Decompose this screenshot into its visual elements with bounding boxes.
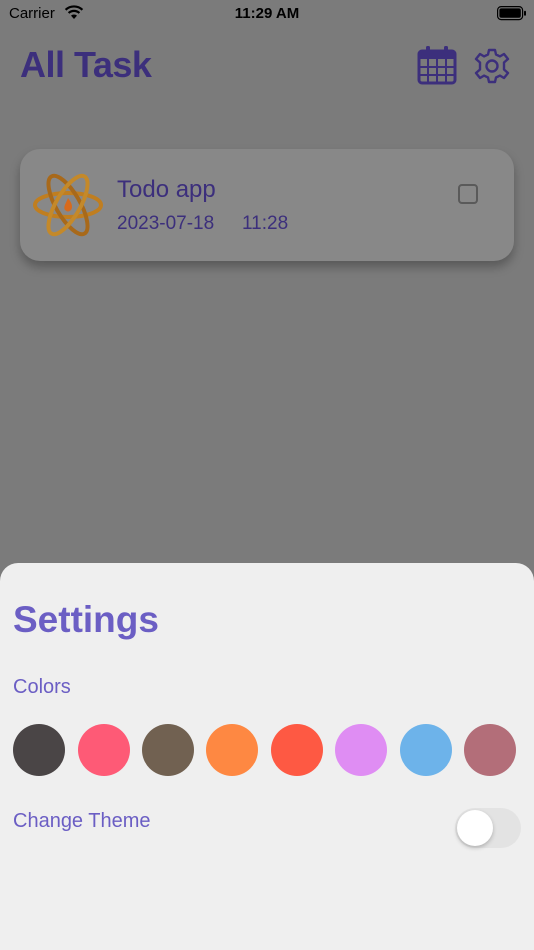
color-swatch-3[interactable] bbox=[142, 724, 194, 776]
task-date: 2023-07-18 bbox=[117, 213, 215, 234]
task-checkbox[interactable] bbox=[458, 184, 478, 204]
toggle-knob bbox=[457, 810, 493, 846]
color-swatch-2[interactable] bbox=[78, 724, 130, 776]
calendar-button[interactable] bbox=[417, 45, 457, 85]
color-swatch-8[interactable] bbox=[464, 724, 516, 776]
task-title: Todo app bbox=[117, 176, 216, 203]
change-theme-label: Change Theme bbox=[13, 810, 151, 832]
color-swatch-7[interactable] bbox=[400, 724, 452, 776]
colors-label: Colors bbox=[13, 676, 71, 698]
page-title: All Task bbox=[20, 44, 152, 85]
color-swatch-4[interactable] bbox=[206, 724, 258, 776]
settings-sheet: Settings Colors Change Theme bbox=[0, 563, 534, 950]
settings-button[interactable] bbox=[473, 47, 511, 85]
color-swatch-1[interactable] bbox=[13, 724, 65, 776]
calendar-icon bbox=[417, 46, 457, 85]
settings-title: Settings bbox=[13, 599, 159, 640]
task-time: 11:28 bbox=[242, 213, 289, 234]
change-theme-toggle[interactable] bbox=[455, 808, 521, 848]
color-swatch-5[interactable] bbox=[271, 724, 323, 776]
battery-icon bbox=[497, 6, 527, 25]
status-time: 11:29 AM bbox=[234, 5, 300, 22]
color-swatch-6[interactable] bbox=[335, 724, 387, 776]
gear-icon bbox=[474, 48, 510, 84]
atom-logo bbox=[32, 169, 104, 241]
status-bar: Carrier 11:29 AM bbox=[0, 0, 534, 28]
task-card[interactable]: Todo app 2023-07-18 11:28 bbox=[20, 149, 514, 261]
